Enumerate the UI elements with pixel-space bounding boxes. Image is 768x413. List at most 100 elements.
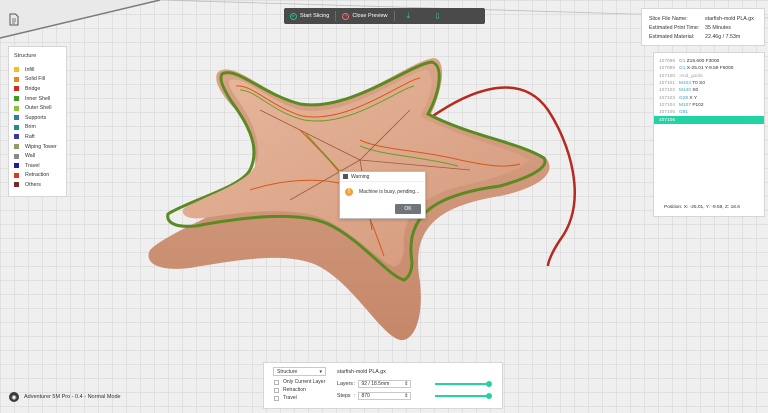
layers-slider[interactable]: [435, 383, 489, 385]
legend-label: Wall: [25, 153, 36, 160]
steps-stepper[interactable]: 870 ⇕: [358, 392, 412, 400]
checkbox-box[interactable]: [274, 379, 279, 385]
legend-swatch: [14, 134, 19, 140]
gcode-line[interactable]: 107101 M104 T0 S0: [654, 80, 764, 87]
layers-label: Layers: [337, 381, 353, 387]
legend-label: Raft: [25, 133, 35, 140]
warning-title: Warning: [351, 173, 370, 180]
legend-item: Wall: [14, 151, 61, 161]
gcode-line[interactable]: 107098 G1 Z18.600 F3000: [654, 58, 764, 65]
gcode-command: M107: [679, 102, 691, 108]
close-icon: ×: [342, 12, 350, 20]
start-slicing-button[interactable]: ▸ Start Slicing: [284, 8, 335, 24]
send-to-printer-icon[interactable]: ⇩: [422, 12, 453, 21]
structure-legend: Structure Infill Solid Fill Bridge Inner Sh…: [8, 46, 67, 197]
legend-label: Retraction: [25, 172, 50, 179]
gcode-command: M140: [679, 88, 691, 94]
play-icon: ▸: [290, 12, 297, 20]
warning-message: Machine is busy, pending...: [359, 189, 420, 195]
legend-label: Travel: [25, 162, 40, 169]
top-toolbar: ▸ Start Slicing × Close Preview ⤓ ⇩: [284, 8, 485, 24]
layers-stepper[interactable]: 92 / 18.5mm ⇕: [358, 380, 412, 388]
layers-row: Layers : 92 / 18.5mm ⇕: [337, 380, 412, 388]
stepper-icon[interactable]: ⇕: [404, 393, 408, 399]
legend-swatch: [14, 96, 19, 102]
legend-swatch: [14, 172, 19, 178]
gcode-line-text: G28 X Y: [679, 96, 697, 101]
legend-item: Raft: [14, 132, 61, 142]
gcode-args: P102: [691, 102, 704, 108]
checkbox-label: Only Current Layer: [283, 379, 326, 385]
legend-label: Bridge: [25, 85, 41, 92]
gcode-line-text: ;end_guide: [679, 74, 703, 79]
document-icon[interactable]: [9, 13, 19, 26]
gcode-line[interactable]: 107105 G91: [654, 109, 764, 116]
gcode-line[interactable]: 107099 G1 X-25.01 Y-9.59 F6000: [654, 65, 764, 72]
retraction-checkbox[interactable]: Retraction: [274, 387, 306, 393]
gcode-line[interactable]: 107106: [654, 116, 764, 124]
gcode-line-text: G1 X-25.01 Y-9.59 F6000: [679, 66, 733, 71]
travel-checkbox[interactable]: Travel: [274, 395, 297, 401]
export-icon[interactable]: ⤓: [395, 11, 423, 21]
gcode-line[interactable]: 107100 ;end_guide: [654, 73, 764, 80]
status-bar: ◉ Adventurer 5M Pro - 0.4 - Normal Mode: [9, 392, 121, 402]
gcode-line-number: 107103: [659, 95, 676, 101]
gcode-args: X-25.01 Y-9.59 F6000: [685, 66, 734, 72]
slice-file-row: Slice File Name: starfish-mold PLA.gx: [649, 14, 757, 23]
gcode-line[interactable]: 107103 G28 X Y: [654, 94, 764, 101]
stepper-icon[interactable]: ⇕: [404, 381, 408, 387]
legend-swatch: [14, 182, 19, 188]
gcode-line[interactable]: 107104 M107 P102: [654, 102, 764, 109]
ok-button[interactable]: OK: [395, 204, 421, 214]
legend-label: Solid Fill: [25, 76, 46, 83]
gcode-args: X Y: [688, 95, 698, 101]
warning-dialog: Warning ! Machine is busy, pending... OK: [339, 171, 426, 219]
legend-item: Solid Fill: [14, 75, 61, 85]
legend-swatch: [14, 115, 19, 121]
close-preview-button[interactable]: × Close Preview: [336, 8, 393, 24]
structure-dropdown[interactable]: Structure ▾: [273, 367, 326, 376]
legend-item: Bridge: [14, 84, 61, 94]
gcode-args: Z18.600 F3000: [685, 59, 720, 65]
layers-slider-handle[interactable]: [486, 381, 492, 387]
gcode-line-number: 107101: [659, 81, 676, 87]
warning-header: Warning: [340, 172, 425, 182]
legend-label: Inner Shell: [25, 95, 51, 102]
only-current-layer-checkbox[interactable]: Only Current Layer: [274, 379, 325, 385]
gcode-line-text: M104 T0 S0: [679, 81, 705, 86]
preview-file-name: starfish-mold PLA.gx: [337, 369, 386, 375]
checkbox-box[interactable]: [274, 387, 279, 393]
print-time-value: 35 Minutes: [705, 24, 731, 31]
printer-logo-icon: ◉: [9, 392, 19, 402]
chevron-down-icon: ▾: [319, 368, 322, 375]
printer-status-text: Adventurer 5M Pro - 0.4 - Normal Mode: [24, 394, 121, 400]
gcode-panel[interactable]: 107098 G1 Z18.600 F3000 107099 G1 X-25.01 Y…: [653, 52, 765, 217]
material-row: Estimated Material: 22.46g / 7.53m: [649, 32, 757, 41]
gcode-args: S0: [691, 88, 699, 94]
legend-swatch: [14, 76, 19, 82]
legend-item: Infill: [14, 65, 61, 75]
legend-swatch: [14, 163, 19, 169]
slice-file-value: starfish-mold PLA.gx: [705, 15, 754, 22]
material-value: 22.46g / 7.53m: [705, 33, 741, 40]
gcode-line-text: M140 S0: [679, 88, 698, 93]
legend-item: Others: [14, 180, 61, 190]
slice-info-panel: Slice File Name: starfish-mold PLA.gx Es…: [641, 8, 765, 46]
legend-label: Outer Shell: [25, 105, 52, 112]
legend-label: Supports: [25, 114, 47, 121]
steps-slider-handle[interactable]: [486, 393, 492, 399]
gcode-line-number: 107106: [659, 117, 676, 123]
gcode-line[interactable]: 107102 M140 S0: [654, 87, 764, 94]
steps-slider[interactable]: [435, 395, 489, 397]
gcode-line-number: 107098: [659, 59, 676, 65]
legend-item: Outer Shell: [14, 103, 61, 113]
legend-swatch: [14, 144, 19, 150]
legend-item: Wiping Tower: [14, 142, 61, 152]
print-time-label: Estimated Print Time:: [649, 24, 700, 31]
warning-body: ! Machine is busy, pending...: [340, 182, 425, 202]
checkbox-box[interactable]: [274, 395, 279, 401]
print-time-row: Estimated Print Time: 35 Minutes: [649, 23, 757, 32]
structure-dropdown-value: Structure: [277, 368, 298, 375]
slice-file-label: Slice File Name:: [649, 15, 688, 22]
gcode-line-number: 107102: [659, 88, 676, 94]
